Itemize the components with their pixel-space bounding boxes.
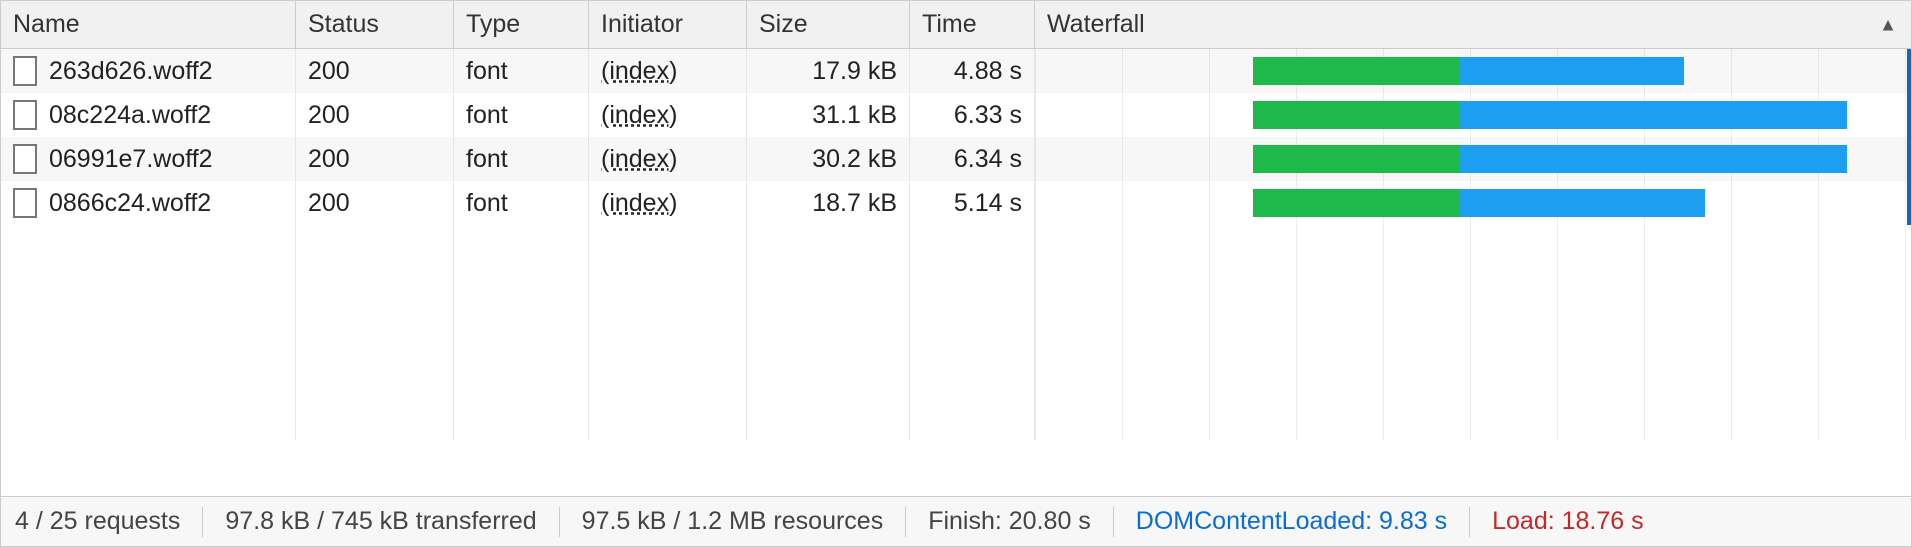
col-time[interactable]: Time bbox=[910, 1, 1035, 48]
sort-asc-icon: ▲ bbox=[1879, 14, 1897, 35]
network-panel: Name Status Type Initiator Size Time Wat… bbox=[0, 0, 1912, 547]
status-resources: 97.5 kB / 1.2 MB resources bbox=[582, 507, 884, 536]
waterfall-download-segment bbox=[1460, 145, 1847, 173]
cell-status: 200 bbox=[296, 181, 454, 225]
col-initiator[interactable]: Initiator bbox=[589, 1, 747, 48]
col-name[interactable]: Name bbox=[1, 1, 296, 48]
cell-waterfall bbox=[1035, 137, 1911, 181]
cell-time: 4.88 s bbox=[910, 49, 1035, 93]
file-icon bbox=[13, 144, 37, 174]
table-row[interactable]: 06991e7.woff2 200font (index) 30.2 kB6.34 s bbox=[1, 137, 1911, 181]
status-finish: Finish: 20.80 s bbox=[928, 507, 1091, 536]
cell-name: 0866c24.woff2 bbox=[1, 181, 296, 225]
table-row[interactable]: 263d626.woff2 200font (index) 17.9 kB4.88 s bbox=[1, 49, 1911, 93]
waterfall-download-segment bbox=[1460, 101, 1847, 129]
initiator-link[interactable]: (index) bbox=[601, 189, 677, 218]
table-header: Name Status Type Initiator Size Time Wat… bbox=[1, 1, 1911, 49]
col-status[interactable]: Status bbox=[296, 1, 454, 48]
cell-name: 06991e7.woff2 bbox=[1, 137, 296, 181]
cell-status: 200 bbox=[296, 49, 454, 93]
cell-time: 6.33 s bbox=[910, 93, 1035, 137]
waterfall-download-segment bbox=[1460, 57, 1683, 85]
cell-waterfall bbox=[1035, 181, 1911, 225]
file-icon bbox=[13, 188, 37, 218]
status-load: Load: 18.76 s bbox=[1492, 507, 1644, 536]
initiator-link[interactable]: (index) bbox=[601, 145, 677, 174]
waterfall-track bbox=[1035, 93, 1911, 137]
file-name: 06991e7.woff2 bbox=[49, 145, 213, 174]
col-size[interactable]: Size bbox=[747, 1, 910, 48]
cell-initiator: (index) bbox=[589, 49, 747, 93]
waterfall-waiting-segment bbox=[1253, 145, 1460, 173]
col-waterfall[interactable]: Waterfall ▲ bbox=[1035, 1, 1911, 48]
cell-type: font bbox=[454, 93, 589, 137]
table-empty-area bbox=[1, 225, 1911, 440]
waterfall-track bbox=[1035, 181, 1911, 225]
cell-initiator: (index) bbox=[589, 93, 747, 137]
initiator-link[interactable]: (index) bbox=[601, 101, 677, 130]
file-name: 08c224a.woff2 bbox=[49, 101, 211, 130]
file-icon bbox=[13, 56, 37, 86]
waterfall-waiting-segment bbox=[1253, 57, 1460, 85]
waterfall-bar[interactable] bbox=[1253, 145, 1847, 173]
cell-time: 6.34 s bbox=[910, 137, 1035, 181]
cell-size: 17.9 kB bbox=[747, 49, 910, 93]
file-name: 263d626.woff2 bbox=[49, 57, 213, 86]
col-waterfall-label: Waterfall bbox=[1047, 10, 1145, 39]
file-name: 0866c24.woff2 bbox=[49, 189, 211, 218]
waterfall-waiting-segment bbox=[1253, 189, 1460, 217]
table-row[interactable]: 08c224a.woff2 200font (index) 31.1 kB6.33 s bbox=[1, 93, 1911, 137]
cell-status: 200 bbox=[296, 137, 454, 181]
cell-size: 30.2 kB bbox=[747, 137, 910, 181]
file-icon bbox=[13, 100, 37, 130]
cell-size: 18.7 kB bbox=[747, 181, 910, 225]
cell-waterfall bbox=[1035, 93, 1911, 137]
waterfall-track bbox=[1035, 137, 1911, 181]
cell-type: font bbox=[454, 137, 589, 181]
waterfall-waiting-segment bbox=[1253, 101, 1460, 129]
status-bar: 4 / 25 requests 97.8 kB / 745 kB transfe… bbox=[1, 496, 1911, 546]
table-body: 263d626.woff2200font(index)17.9 kB4.88 s… bbox=[1, 49, 1911, 496]
waterfall-bar[interactable] bbox=[1253, 189, 1705, 217]
cell-initiator: (index) bbox=[589, 137, 747, 181]
status-dcl: DOMContentLoaded: 9.83 s bbox=[1136, 507, 1447, 536]
cell-size: 31.1 kB bbox=[747, 93, 910, 137]
cell-type: font bbox=[454, 49, 589, 93]
cell-time: 5.14 s bbox=[910, 181, 1035, 225]
waterfall-track bbox=[1035, 49, 1911, 93]
waterfall-bar[interactable] bbox=[1253, 101, 1847, 129]
cell-status: 200 bbox=[296, 93, 454, 137]
cell-initiator: (index) bbox=[589, 181, 747, 225]
table-row[interactable]: 0866c24.woff2 200font (index) 18.7 kB5.14 s bbox=[1, 181, 1911, 225]
cell-name: 263d626.woff2 bbox=[1, 49, 296, 93]
initiator-link[interactable]: (index) bbox=[601, 57, 677, 86]
waterfall-bar[interactable] bbox=[1253, 57, 1684, 85]
col-type[interactable]: Type bbox=[454, 1, 589, 48]
cell-type: font bbox=[454, 181, 589, 225]
cell-waterfall bbox=[1035, 49, 1911, 93]
cell-name: 08c224a.woff2 bbox=[1, 93, 296, 137]
status-requests: 4 / 25 requests bbox=[15, 507, 180, 536]
status-transferred: 97.8 kB / 745 kB transferred bbox=[225, 507, 536, 536]
waterfall-download-segment bbox=[1460, 189, 1705, 217]
